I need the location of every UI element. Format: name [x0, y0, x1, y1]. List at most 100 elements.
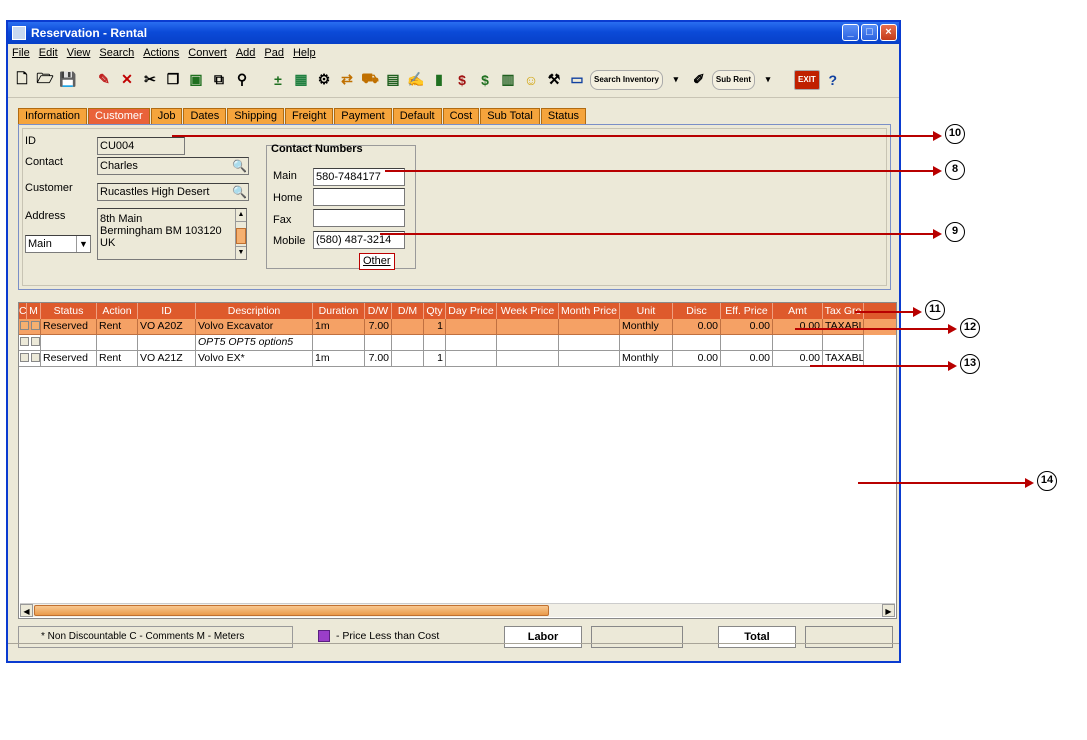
- pay-icon[interactable]: $: [452, 70, 472, 90]
- col-header[interactable]: ID: [138, 303, 196, 319]
- delete-icon[interactable]: ✕: [117, 70, 137, 90]
- search-icon[interactable]: 🔍: [232, 185, 247, 199]
- tab-payment[interactable]: Payment: [334, 108, 392, 124]
- card-icon[interactable]: ▭: [567, 70, 587, 90]
- menu-file[interactable]: File: [12, 47, 30, 59]
- minimize-button[interactable]: _: [842, 24, 859, 41]
- edit-pencil-icon[interactable]: ✎: [94, 70, 114, 90]
- search-icon[interactable]: 🔍: [232, 159, 247, 173]
- dropdown-arrow-icon[interactable]: ▾: [666, 70, 686, 90]
- scroll-right-icon[interactable]: ▶: [882, 604, 895, 617]
- col-header[interactable]: Eff. Price: [721, 303, 773, 319]
- col-header[interactable]: Qty: [424, 303, 446, 319]
- menu-convert[interactable]: Convert: [188, 47, 227, 59]
- col-header[interactable]: Unit: [620, 303, 673, 319]
- tools-icon[interactable]: ⚒: [544, 70, 564, 90]
- transfer-icon[interactable]: ⇄: [337, 70, 357, 90]
- menu-edit[interactable]: Edit: [39, 47, 58, 59]
- title-bar[interactable]: Reservation - Rental _ □ ×: [8, 22, 899, 44]
- find-binoculars-icon[interactable]: ⚲: [232, 70, 252, 90]
- tab-freight[interactable]: Freight: [285, 108, 334, 124]
- delivery-icon[interactable]: ⛟: [360, 70, 380, 90]
- exit-button[interactable]: EXIT: [794, 69, 820, 90]
- report-icon[interactable]: ▤: [383, 70, 403, 90]
- scroll-left-icon[interactable]: ◀: [20, 604, 33, 617]
- menu-actions[interactable]: Actions: [143, 47, 179, 59]
- close-button[interactable]: ×: [880, 24, 897, 41]
- comment-checkbox[interactable]: [20, 337, 29, 346]
- col-header[interactable]: Disc: [673, 303, 721, 319]
- menu-search[interactable]: Search: [99, 47, 134, 59]
- col-header[interactable]: Week Price: [497, 303, 559, 319]
- fax-field[interactable]: [313, 209, 405, 227]
- note-icon[interactable]: ✍: [406, 70, 426, 90]
- table-row[interactable]: Reserved Rent VO A20Z Volvo Excavator 1m…: [19, 319, 896, 335]
- tab-job[interactable]: Job: [150, 108, 183, 124]
- duplicate-icon[interactable]: ⧉: [209, 70, 229, 90]
- menu-help[interactable]: Help: [293, 47, 316, 59]
- col-header[interactable]: Month Price: [559, 303, 620, 319]
- copy-icon[interactable]: ❐: [163, 70, 183, 90]
- col-header[interactable]: D/W: [365, 303, 392, 319]
- customer-field[interactable]: Rucastles High Desert 🔍: [97, 183, 249, 201]
- comment-checkbox[interactable]: [20, 353, 29, 362]
- open-folder-icon[interactable]: 🗁: [35, 70, 55, 90]
- menu-pad[interactable]: Pad: [264, 47, 284, 59]
- col-header[interactable]: M: [27, 303, 41, 319]
- meter-checkbox[interactable]: [31, 321, 40, 330]
- tab-status[interactable]: Status: [540, 108, 587, 124]
- address-type-select[interactable]: Main ▼: [25, 235, 91, 253]
- address-scrollbar[interactable]: ▲ ▼: [235, 209, 246, 259]
- sub-rent-button[interactable]: Sub Rent: [711, 69, 756, 90]
- cell-duration: [313, 335, 365, 351]
- table-row[interactable]: Reserved Rent VO A21Z Volvo EX* 1m 7.00 …: [19, 351, 896, 367]
- book-icon[interactable]: ▥: [498, 70, 518, 90]
- menu-add[interactable]: Add: [236, 47, 256, 59]
- meter-checkbox[interactable]: [31, 353, 40, 362]
- meter-checkbox[interactable]: [31, 337, 40, 346]
- col-header[interactable]: Amt: [773, 303, 823, 319]
- home-phone-field[interactable]: [313, 188, 405, 206]
- dropdown-arrow-icon[interactable]: ▾: [758, 70, 778, 90]
- cut-icon[interactable]: ✂: [140, 70, 160, 90]
- tab-sub-total[interactable]: Sub Total: [480, 108, 540, 124]
- search-inventory-button[interactable]: Search Inventory: [590, 69, 663, 90]
- col-header[interactable]: Status: [41, 303, 97, 319]
- table-row[interactable]: OPT5 OPT5 option5: [19, 335, 896, 351]
- id-field[interactable]: CU004: [97, 137, 185, 155]
- new-document-icon[interactable]: 🗋: [12, 70, 32, 90]
- smiley-icon[interactable]: ☺: [521, 70, 541, 90]
- address-field[interactable]: 8th Main Bermingham BM 103120 UK ▲ ▼: [97, 208, 247, 260]
- maximize-button[interactable]: □: [861, 24, 878, 41]
- tab-dates[interactable]: Dates: [183, 108, 227, 124]
- scroll-thumb[interactable]: [34, 605, 549, 616]
- col-header[interactable]: Action: [97, 303, 138, 319]
- col-header[interactable]: Duration: [313, 303, 365, 319]
- menu-view[interactable]: View: [67, 47, 91, 59]
- tab-customer[interactable]: Customer: [88, 108, 150, 124]
- tab-cost[interactable]: Cost: [442, 108, 480, 124]
- help-icon[interactable]: ?: [823, 70, 843, 90]
- col-header[interactable]: Description: [196, 303, 313, 319]
- group-icon[interactable]: ⚙: [314, 70, 334, 90]
- other-numbers-button[interactable]: Other: [359, 253, 395, 270]
- edit-note-icon[interactable]: ✐: [689, 70, 709, 90]
- col-header[interactable]: Day Price: [446, 303, 497, 319]
- plus-minus-icon[interactable]: ±: [268, 70, 288, 90]
- tab-default[interactable]: Default: [392, 108, 442, 124]
- callout-line: [172, 131, 942, 141]
- horizontal-scrollbar[interactable]: ◀ ▶: [20, 603, 895, 617]
- contact-field[interactable]: Charles 🔍: [97, 157, 249, 175]
- comment-checkbox[interactable]: [20, 321, 29, 330]
- chevron-down-icon[interactable]: ▼: [76, 236, 90, 252]
- col-header[interactable]: D/M: [392, 303, 424, 319]
- col-header[interactable]: C: [19, 303, 27, 319]
- contact-value: Charles: [100, 160, 138, 172]
- money-icon[interactable]: $: [475, 70, 495, 90]
- paste-icon[interactable]: ▣: [186, 70, 206, 90]
- save-icon[interactable]: 💾: [58, 70, 78, 90]
- chart-icon[interactable]: ▮: [429, 70, 449, 90]
- calculator-icon[interactable]: ▦: [291, 70, 311, 90]
- tab-information[interactable]: Information: [18, 108, 88, 124]
- tab-shipping[interactable]: Shipping: [227, 108, 285, 124]
